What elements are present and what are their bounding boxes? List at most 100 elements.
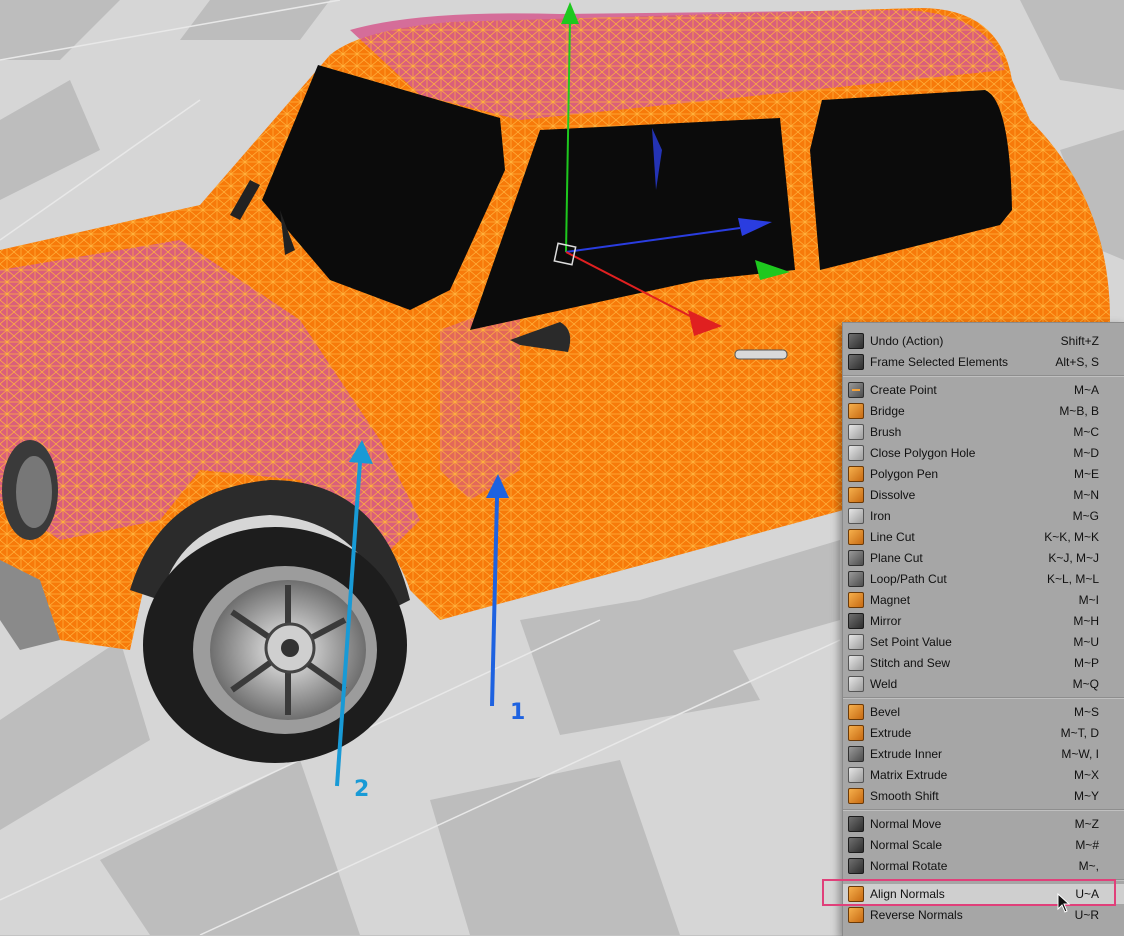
menu-item-matrix-extrude[interactable]: Matrix Extrude M~X [843, 765, 1124, 785]
bevel-icon [848, 704, 864, 720]
dissolve-icon [848, 487, 864, 503]
menu-item-magnet[interactable]: Magnet M~I [843, 590, 1124, 610]
menu-item-stitch-and-sew[interactable]: Stitch and Sew M~P [843, 653, 1124, 673]
menu-item-label: Frame Selected Elements [870, 355, 1009, 369]
undo-icon [848, 333, 864, 349]
menu-item-label: Magnet [870, 593, 911, 607]
normal-rotate-icon [848, 858, 864, 874]
menu-item-extrude[interactable]: Extrude M~T, D [843, 723, 1124, 743]
menu-item-shortcut: M~, [1078, 859, 1099, 873]
menu-item-normal-move[interactable]: Normal Move M~Z [843, 814, 1124, 834]
plane-cut-icon [848, 550, 864, 566]
menu-item-bevel[interactable]: Bevel M~S [843, 702, 1124, 722]
polygon-pen-icon [848, 466, 864, 482]
menu-item-shortcut: M~Q [1072, 677, 1099, 691]
menu-item-label: Extrude [870, 726, 912, 740]
menu-item-shortcut: M~Y [1073, 789, 1099, 803]
menu-item-label: Plane Cut [870, 551, 923, 565]
menu-item-iron[interactable]: Iron M~G [843, 506, 1124, 526]
mouse-cursor-icon [1057, 893, 1071, 913]
menu-item-shortcut: M~N [1073, 488, 1099, 502]
menu-item-shortcut: M~S [1073, 705, 1099, 719]
menu-item-shortcut: M~T, D [1060, 726, 1099, 740]
menu-item-frame-selected-elements[interactable]: Frame Selected Elements Alt+S, S [843, 352, 1124, 372]
menu-item-weld[interactable]: Weld M~Q [843, 674, 1124, 694]
menu-item-reverse-normals[interactable]: Reverse Normals U~R [843, 905, 1124, 925]
menu-item-label: Close Polygon Hole [870, 446, 976, 460]
brush-icon [848, 424, 864, 440]
reverse-normals-icon [848, 907, 864, 923]
menu-item-plane-cut[interactable]: Plane Cut K~J, M~J [843, 548, 1124, 568]
menu-item-label: Iron [870, 509, 891, 523]
menu-item-close-polygon-hole[interactable]: Close Polygon Hole M~D [843, 443, 1124, 463]
menu-item-undo-action[interactable]: Undo (Action) Shift+Z [843, 331, 1124, 351]
set-point-value-icon [848, 634, 864, 650]
menu-item-label: Brush [870, 425, 902, 439]
menu-item-shortcut: M~A [1073, 383, 1099, 397]
menu-item-set-point-value[interactable]: Set Point Value M~U [843, 632, 1124, 652]
menu-item-label: Line Cut [870, 530, 915, 544]
menu-item-label: Loop/Path Cut [870, 572, 947, 586]
menu-item-label: Dissolve [870, 488, 916, 502]
callout-label-1: 1 [510, 700, 526, 725]
menu-item-shortcut: M~X [1073, 768, 1099, 782]
menu-item-label: Set Point Value [870, 635, 952, 649]
extrude-inner-icon [848, 746, 864, 762]
extrude-icon [848, 725, 864, 741]
menu-item-shortcut: M~W, I [1061, 747, 1099, 761]
normal-scale-icon [848, 837, 864, 853]
bridge-icon [848, 403, 864, 419]
menu-separator [843, 375, 1124, 377]
menu-item-label: Mirror [870, 614, 902, 628]
menu-item-normal-scale[interactable]: Normal Scale M~# [843, 835, 1124, 855]
menu-separator [843, 697, 1124, 699]
menu-item-label: Undo (Action) [870, 334, 944, 348]
menu-item-label: Polygon Pen [870, 467, 939, 481]
menu-item-label: Smooth Shift [870, 789, 939, 803]
loop-path-cut-icon [848, 571, 864, 587]
menu-item-dissolve[interactable]: Dissolve M~N [843, 485, 1124, 505]
menu-item-shortcut: M~U [1073, 635, 1099, 649]
menu-item-bridge[interactable]: Bridge M~B, B [843, 401, 1124, 421]
menu-item-mirror[interactable]: Mirror M~H [843, 611, 1124, 631]
menu-item-shortcut: M~B, B [1059, 404, 1099, 418]
menu-item-label: Extrude Inner [870, 747, 943, 761]
menu-item-loop-path-cut[interactable]: Loop/Path Cut K~L, M~L [843, 569, 1124, 589]
menu-item-shortcut: M~C [1073, 425, 1099, 439]
menu-item-label: Weld [870, 677, 898, 691]
menu-item-line-cut[interactable]: Line Cut K~K, M~K [843, 527, 1124, 547]
iron-icon [848, 508, 864, 524]
menu-item-label: Reverse Normals [870, 908, 963, 922]
menu-item-brush[interactable]: Brush M~C [843, 422, 1124, 442]
stitch-and-sew-icon [848, 655, 864, 671]
menu-item-shortcut: K~K, M~K [1044, 530, 1099, 544]
context-menu[interactable]: Undo (Action) Shift+Z Frame Selected Eleme… [842, 322, 1124, 936]
menu-item-polygon-pen[interactable]: Polygon Pen M~E [843, 464, 1124, 484]
menu-item-shortcut: M~D [1073, 446, 1099, 460]
menu-item-shortcut: M~P [1073, 656, 1099, 670]
matrix-extrude-icon [848, 767, 864, 783]
menu-item-shortcut: K~L, M~L [1046, 572, 1099, 586]
mirror-icon [848, 613, 864, 629]
menu-item-smooth-shift[interactable]: Smooth Shift M~Y [843, 786, 1124, 806]
normal-move-icon [848, 816, 864, 832]
line-cut-icon [848, 529, 864, 545]
create-point-icon [848, 382, 864, 398]
menu-item-normal-rotate[interactable]: Normal Rotate M~, [843, 856, 1124, 876]
menu-separator [843, 809, 1124, 811]
menu-item-shortcut: Alt+S, S [1055, 355, 1099, 369]
menu-item-label: Bridge [870, 404, 905, 418]
menu-item-create-point[interactable]: Create Point M~A [843, 380, 1124, 400]
menu-item-label: Create Point [870, 383, 937, 397]
close-polygon-hole-icon [848, 445, 864, 461]
menu-item-extrude-inner[interactable]: Extrude Inner M~W, I [843, 744, 1124, 764]
menu-item-label: Normal Scale [870, 838, 943, 852]
menu-item-shortcut: M~I [1078, 593, 1099, 607]
menu-item-shortcut: M~# [1075, 838, 1099, 852]
menu-item-shortcut: M~G [1072, 509, 1099, 523]
weld-icon [848, 676, 864, 692]
menu-item-label: Normal Rotate [870, 859, 948, 873]
menu-item-shortcut: M~Z [1074, 817, 1099, 831]
frame-selected-icon [848, 354, 864, 370]
callout-label-2: 2 [354, 777, 370, 802]
